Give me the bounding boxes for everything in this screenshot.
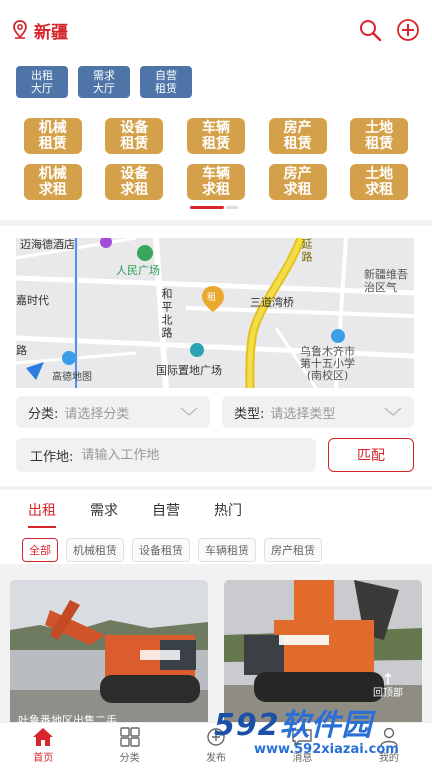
category-land-rental[interactable]: 土地 租赁	[350, 118, 409, 154]
category-vehicle-rental[interactable]: 车辆 租赁	[186, 118, 245, 154]
back-to-top-button[interactable]: ↑ 回顶部	[366, 672, 410, 706]
map-section: 迈海德酒店 人民广场 嘉时代 和平北路 租 三道湾桥 新疆维吾 治区气 国际置地…	[0, 226, 432, 486]
category-select[interactable]: 分类: 请选择分类	[16, 396, 210, 428]
city-name: 新疆	[34, 22, 68, 43]
category-vehicle-wanted[interactable]: 车辆 求租	[186, 164, 245, 200]
type-select-placeholder: 请选择类型	[270, 406, 336, 422]
chip-vehicle[interactable]: 车辆租赁	[198, 538, 256, 562]
home-icon	[33, 728, 54, 746]
work-location-label: 工作地:	[30, 449, 74, 465]
tab-hot[interactable]: 热门	[214, 500, 242, 524]
grid-icon	[119, 727, 140, 747]
chevron-down-icon	[384, 407, 402, 416]
tab-rental[interactable]: 出租	[28, 500, 56, 528]
nav-messages[interactable]: 消息	[259, 723, 345, 768]
category-panel: 机械 租赁 设备 租赁 车辆 租赁 房产 租赁 土地 租赁 机械 求租 设备 求…	[0, 106, 432, 220]
excavator-photo	[224, 580, 422, 730]
add-circle-icon[interactable]	[396, 18, 420, 42]
category-equipment-wanted[interactable]: 设备 求租	[105, 164, 164, 200]
pager-dot	[226, 206, 238, 209]
type-select-label: 类型:	[234, 406, 265, 422]
map-label-hotel: 迈海德酒店	[20, 238, 75, 251]
category-select-placeholder: 请选择分类	[64, 406, 130, 422]
map-label-road-left: 路	[16, 344, 27, 357]
nav-profile-label: 我的	[378, 753, 399, 764]
map-label-intl-plaza: 国际置地广场	[156, 364, 222, 377]
nav-category-label: 分类	[119, 753, 140, 764]
listing-tabs-section: 出租 需求 自营 热门 全部 机械租赁 设备租赁 车辆租赁 房产租赁	[0, 490, 432, 564]
nav-category[interactable]: 分类	[86, 723, 172, 768]
product-list: 叶鲁番地区出售二手 ↑ 回顶部	[0, 570, 432, 730]
excavator-photo	[10, 580, 208, 730]
map-label-road-top: 延路	[300, 238, 313, 264]
publish-icon	[207, 728, 225, 746]
listing-tabs: 出租 需求 自营 热门	[0, 490, 432, 528]
arrow-up-icon: ↑	[381, 670, 395, 689]
nav-messages-label: 消息	[292, 753, 313, 764]
tab-demand[interactable]: 需求	[90, 500, 118, 524]
filter-chips: 全部 机械租赁 设备租赁 车辆租赁 房产租赁	[0, 524, 432, 562]
hall-self-operated[interactable]: 自营 租赁	[140, 66, 192, 98]
category-grid: 机械 租赁 设备 租赁 车辆 租赁 房产 租赁 土地 租赁 机械 求租 设备 求…	[12, 118, 420, 200]
map-park-pin	[137, 245, 153, 261]
nav-home[interactable]: 首页	[0, 723, 86, 768]
map-label-era: 嘉时代	[16, 294, 49, 307]
match-button[interactable]: 匹配	[328, 438, 414, 472]
search-icon[interactable]	[358, 18, 382, 42]
map-view[interactable]: 迈海德酒店 人民广场 嘉时代 和平北路 租 三道湾桥 新疆维吾 治区气 国际置地…	[16, 238, 414, 388]
nav-profile[interactable]: 我的	[346, 723, 432, 768]
back-to-top-label: 回顶部	[373, 688, 403, 699]
location-pin-icon	[13, 20, 27, 39]
category-property-rental[interactable]: 房产 租赁	[268, 118, 327, 154]
hall-bar: 出租 大厅 需求 大厅 自营 租赁	[0, 60, 432, 106]
chip-all[interactable]: 全部	[22, 538, 58, 562]
map-label-heping-road: 和平北路	[160, 288, 173, 340]
map-rent-marker[interactable]: 租	[207, 290, 216, 303]
message-icon	[292, 729, 313, 747]
type-select[interactable]: 类型: 请选择类型	[222, 396, 414, 428]
app-root: 新疆 出租 大厅 需求 大厅 自营 租赁 机械 租赁 设备 租赁 车辆 租赁 房…	[0, 0, 432, 768]
hall-demand[interactable]: 需求 大厅	[78, 66, 130, 98]
chip-machinery[interactable]: 机械租赁	[66, 538, 124, 562]
chip-property[interactable]: 房产租赁	[264, 538, 322, 562]
work-location-field[interactable]: 工作地:	[16, 438, 316, 472]
category-machinery-wanted[interactable]: 机械 求租	[23, 164, 82, 200]
work-location-input[interactable]	[81, 447, 282, 463]
map-label-xinjiang: 新疆维吾 治区气	[364, 268, 408, 294]
product-card[interactable]: ↑ 回顶部	[224, 580, 422, 730]
product-card[interactable]: 叶鲁番地区出售二手	[10, 580, 208, 730]
category-pager	[190, 206, 238, 209]
user-icon	[380, 727, 398, 747]
hall-rental[interactable]: 出租 大厅	[16, 66, 68, 98]
chip-equipment[interactable]: 设备租赁	[132, 538, 190, 562]
map-label-people-square: 人民广场	[116, 264, 160, 277]
nav-publish-label: 发布	[206, 753, 227, 764]
map-label-school: 乌鲁木齐市 第十五小学 (南校区)	[300, 345, 355, 382]
pager-dot-active	[190, 206, 224, 209]
nav-home-label: 首页	[33, 753, 54, 764]
category-machinery-rental[interactable]: 机械 租赁	[23, 118, 82, 154]
city-selector[interactable]: 新疆	[12, 18, 68, 43]
category-equipment-rental[interactable]: 设备 租赁	[105, 118, 164, 154]
category-select-label: 分类:	[28, 406, 59, 422]
category-property-wanted[interactable]: 房产 求租	[268, 164, 327, 200]
bottom-nav: 首页 分类 发布 消息 我的	[0, 722, 432, 768]
category-land-wanted[interactable]: 土地 求租	[350, 164, 409, 200]
tab-self-operated[interactable]: 自营	[152, 500, 180, 524]
top-header: 新疆	[0, 0, 432, 60]
map-label-sandaowan: 三道湾桥	[250, 296, 294, 309]
map-provider-logo: 高德地图	[52, 372, 92, 383]
chevron-down-icon	[180, 407, 198, 416]
nav-publish[interactable]: 发布	[173, 723, 259, 768]
